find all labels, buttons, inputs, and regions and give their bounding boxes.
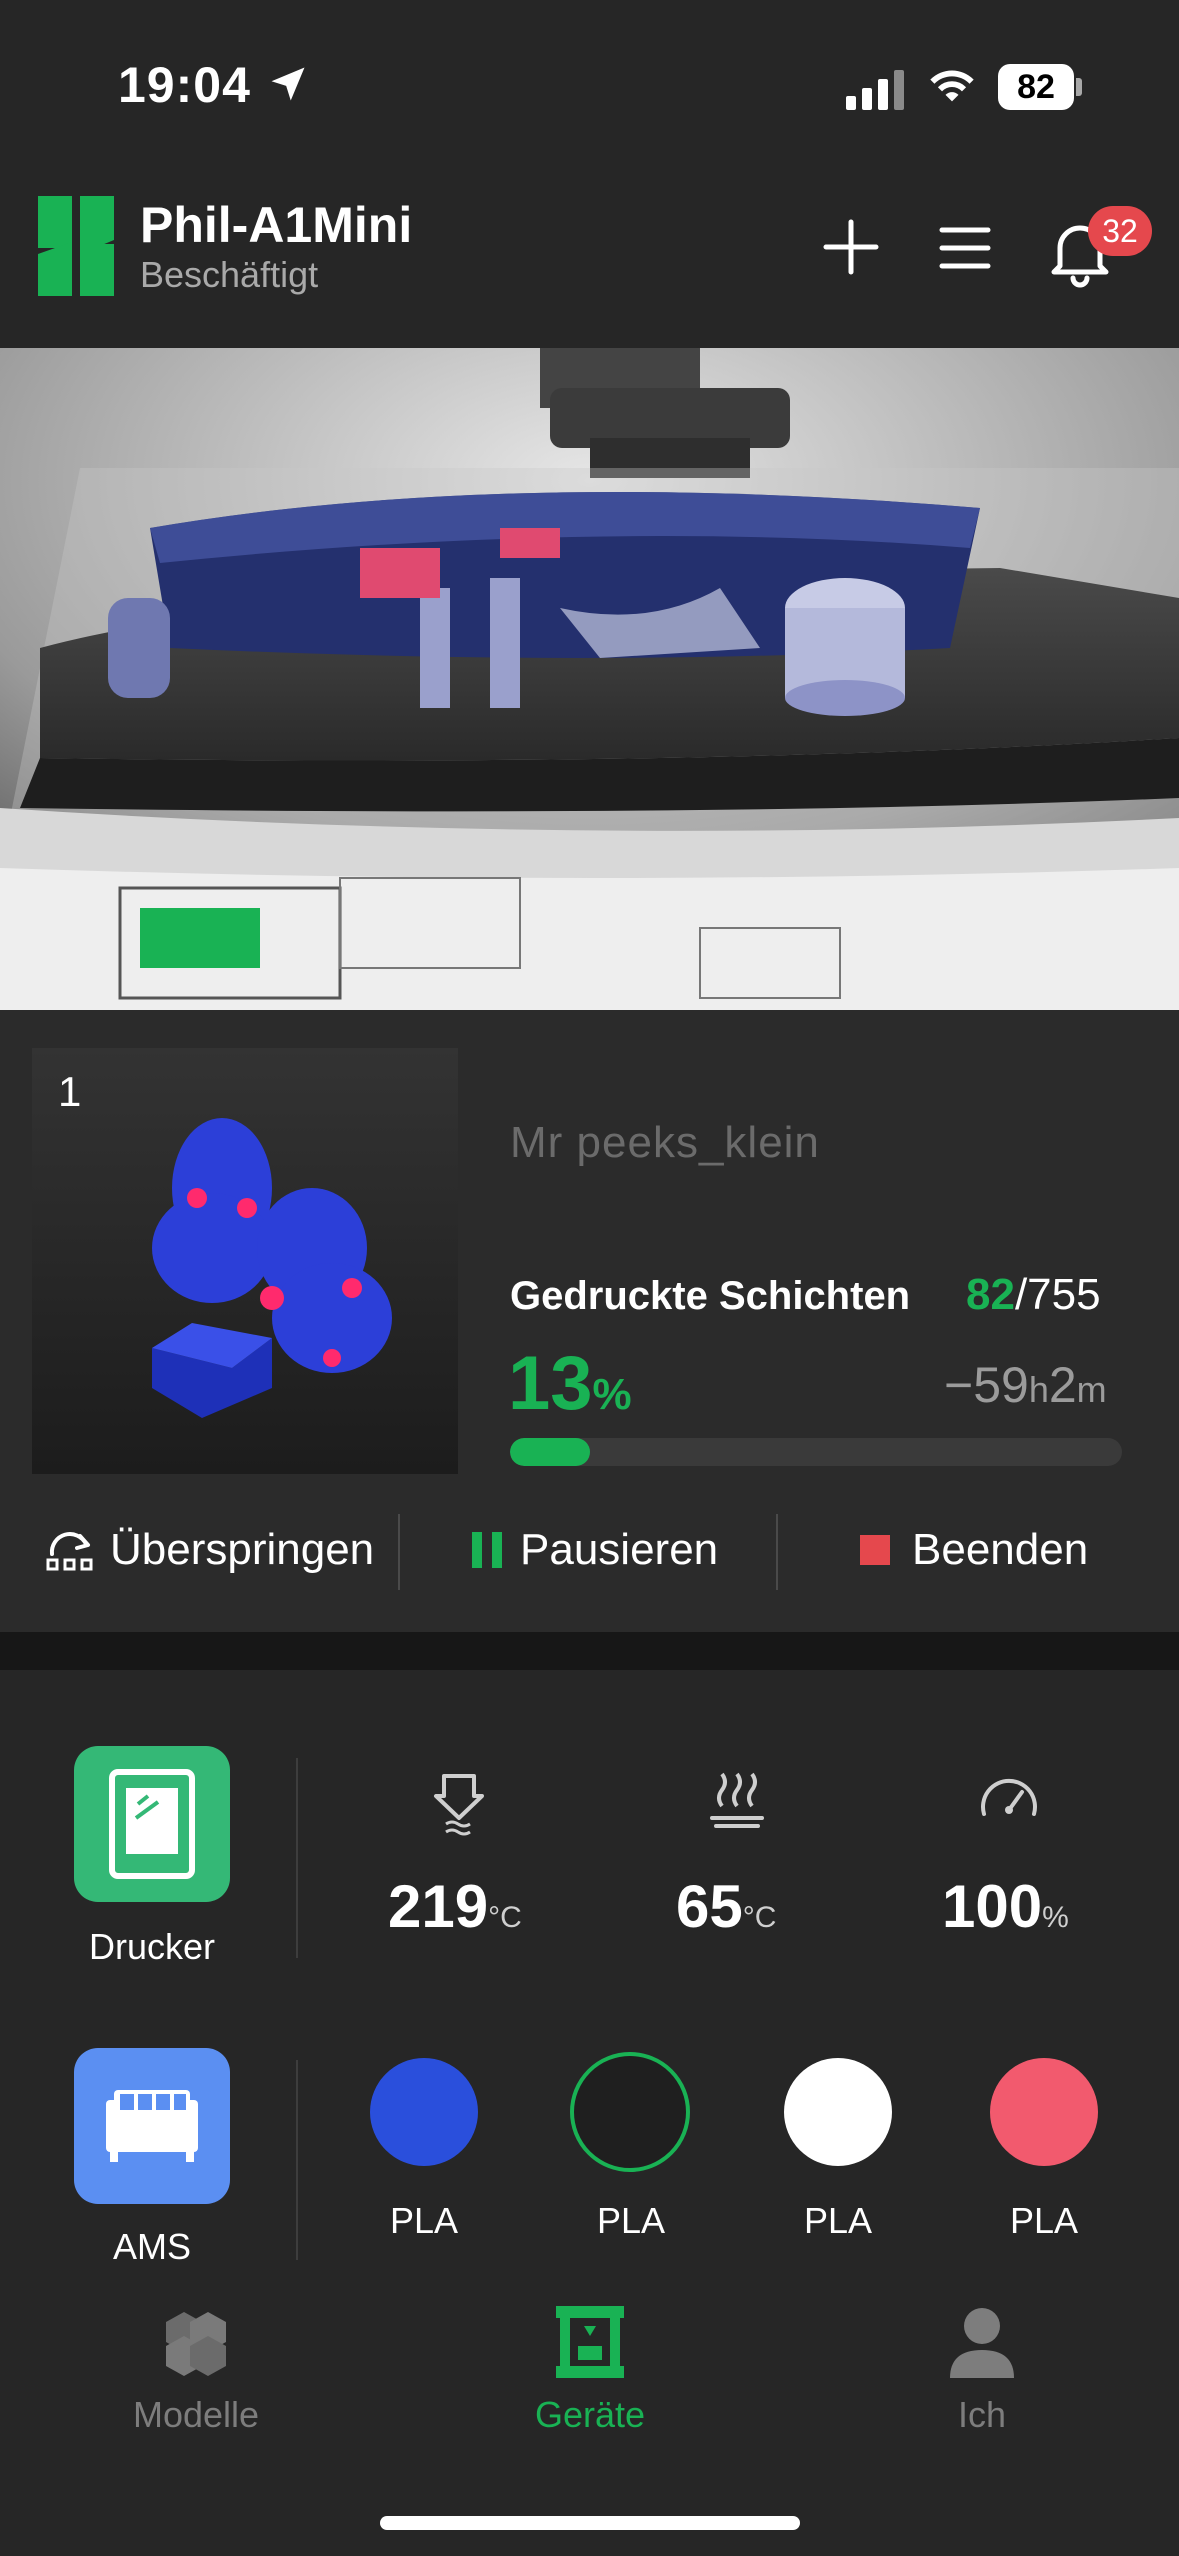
tab-models-label: Modelle	[132, 2394, 260, 2435]
bambu-logo-icon	[38, 196, 114, 296]
panel-separator	[296, 1758, 298, 1958]
progress-bar	[510, 1438, 1122, 1466]
tab-devices[interactable]: Geräte	[470, 2296, 710, 2446]
user-profile-icon	[950, 2308, 1014, 2378]
printer-tile[interactable]	[74, 1746, 230, 1902]
bed-heat-icon	[710, 1772, 764, 1828]
status-time: 19:04	[118, 57, 251, 113]
filament-spool-2-active[interactable]	[570, 2052, 690, 2172]
tab-me-label: Ich	[957, 2394, 1007, 2435]
ams-tile[interactable]	[74, 2048, 230, 2204]
model-name: Mr peeks_klein	[510, 1118, 820, 1167]
spool-1-material: PLA	[389, 2200, 459, 2241]
nozzle-temperature: 219°C	[388, 1873, 522, 1940]
layers-total: /755	[1014, 1270, 1101, 1319]
tab-models[interactable]: Modelle	[76, 2296, 316, 2446]
printer-status: Beschäftigt	[140, 254, 319, 295]
print-speed: 100%	[942, 1873, 1069, 1940]
control-separator	[776, 1514, 778, 1590]
model-preview-image	[152, 1118, 392, 1418]
layers-current: 82	[966, 1270, 1015, 1319]
control-separator	[398, 1514, 400, 1590]
cellular-signal-icon	[846, 70, 904, 110]
skip-button[interactable]: Überspringen	[44, 1510, 374, 1590]
progress-bar-fill	[510, 1438, 590, 1466]
remaining-time: −59h2m	[944, 1357, 1107, 1413]
menu-icon[interactable]	[934, 218, 996, 278]
pause-icon	[472, 1532, 502, 1568]
panel-separator	[296, 2060, 298, 2260]
filament-spool-3[interactable]	[784, 2058, 892, 2166]
stop-button[interactable]: Beenden	[858, 1510, 1088, 1590]
location-arrow-icon	[271, 67, 305, 101]
home-indicator[interactable]	[380, 2516, 800, 2530]
tab-me[interactable]: Ich	[862, 2296, 1102, 2446]
notification-badge: 32	[1088, 206, 1152, 256]
pause-button[interactable]: Pausieren	[470, 1510, 718, 1590]
nozzle-icon	[434, 1774, 484, 1836]
printer-name[interactable]: Phil-A1Mini	[140, 196, 412, 254]
ams-icon	[106, 2090, 198, 2162]
models-cube-icon	[166, 2312, 226, 2376]
devices-printer-icon	[556, 2306, 624, 2378]
spool-3-material: PLA	[803, 2200, 873, 2241]
plate-number: 1	[58, 1068, 82, 1115]
section-divider	[0, 1632, 1179, 1670]
progress-percent: 13%	[508, 1341, 632, 1426]
battery-tip	[1076, 78, 1082, 96]
battery-indicator: 82	[998, 64, 1074, 110]
ams-label: AMS	[112, 2226, 191, 2267]
spool-4-material: PLA	[1009, 2200, 1079, 2241]
camera-feed[interactable]	[0, 348, 1179, 1010]
wifi-icon	[930, 70, 974, 102]
filament-spool-1[interactable]	[370, 2058, 478, 2166]
tab-devices-label: Geräte	[534, 2394, 646, 2435]
filament-spool-4[interactable]	[990, 2058, 1098, 2166]
bed-temperature: 65°C	[676, 1873, 777, 1940]
skip-objects-icon	[46, 1532, 93, 1571]
printer-label: Drucker	[88, 1926, 216, 1967]
spool-2-material: PLA	[596, 2200, 666, 2241]
stop-icon	[860, 1535, 890, 1565]
add-icon[interactable]	[820, 216, 882, 278]
layers-label: Gedruckte Schichten	[510, 1274, 911, 1318]
layers-count: 82/755	[966, 1270, 1101, 1320]
speed-gauge-icon	[981, 1778, 1037, 1816]
model-thumbnail[interactable]	[32, 1048, 458, 1474]
printer-icon	[109, 1769, 195, 1879]
